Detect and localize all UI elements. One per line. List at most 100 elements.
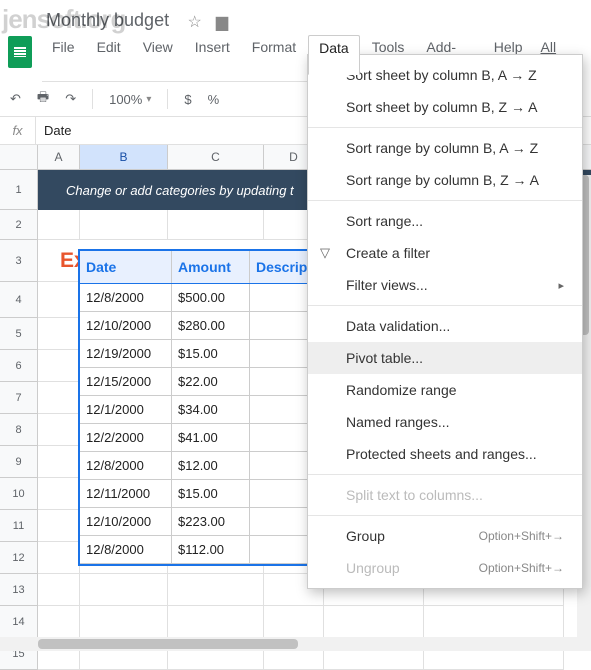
cell-desc[interactable] [250, 424, 312, 451]
zoom-selector[interactable]: 100%▾ [109, 92, 151, 107]
cell[interactable] [168, 574, 264, 606]
scrollbar-thumb[interactable] [38, 639, 298, 649]
row-header[interactable]: 3 [0, 240, 38, 282]
cell-date[interactable]: 12/2/2000 [80, 424, 172, 451]
row-header[interactable]: 9 [0, 446, 38, 478]
table-row[interactable]: 12/8/2000$112.00 [80, 536, 312, 564]
row-header[interactable]: 5 [0, 318, 38, 350]
row-header[interactable]: 6 [0, 350, 38, 382]
dd-filter-views[interactable]: Filter views...▸ [308, 269, 582, 301]
th-desc[interactable]: Descrip [250, 251, 312, 283]
table-row[interactable]: 12/2/2000$41.00 [80, 424, 312, 452]
table-row[interactable]: 12/10/2000$280.00 [80, 312, 312, 340]
dd-sort-range[interactable]: Sort range... [308, 205, 582, 237]
cell-desc[interactable] [250, 396, 312, 423]
cell[interactable] [168, 606, 264, 638]
cell[interactable] [38, 606, 80, 638]
dd-sort-range-az[interactable]: Sort range by column B, A → Z [308, 132, 582, 164]
th-date[interactable]: Date [80, 251, 172, 283]
percent-button[interactable]: % [208, 92, 220, 107]
currency-button[interactable]: $ [184, 92, 191, 107]
cell-date[interactable]: 12/11/2000 [80, 480, 172, 507]
cell-amount[interactable]: $41.00 [172, 424, 250, 451]
cell[interactable] [38, 318, 80, 350]
row-header[interactable]: 12 [0, 542, 38, 574]
row-header[interactable]: 11 [0, 510, 38, 542]
dd-pivot-table[interactable]: Pivot table... [308, 342, 582, 374]
cell-date[interactable]: 12/10/2000 [80, 312, 172, 339]
cell-amount[interactable]: $34.00 [172, 396, 250, 423]
cell-desc[interactable] [250, 452, 312, 479]
menu-view[interactable]: View [133, 35, 183, 75]
cell-date[interactable]: 12/8/2000 [80, 452, 172, 479]
document-title[interactable]: Monthly budget [42, 8, 173, 33]
dd-data-validation[interactable]: Data validation... [308, 310, 582, 342]
dd-sort-sheet-za[interactable]: Sort sheet by column B, Z → A [308, 91, 582, 123]
row-header[interactable]: 13 [0, 574, 38, 606]
menu-data[interactable]: Data [308, 35, 360, 75]
cell[interactable] [80, 574, 168, 606]
cell-amount[interactable]: $280.00 [172, 312, 250, 339]
cell-amount[interactable]: $15.00 [172, 340, 250, 367]
row-header[interactable]: 14 [0, 606, 38, 638]
dd-create-filter[interactable]: ▽Create a filter [308, 237, 582, 269]
row-header[interactable]: 10 [0, 478, 38, 510]
folder-icon[interactable]: ▆ [216, 12, 228, 32]
cell[interactable] [38, 382, 80, 414]
fx-input[interactable]: Date [36, 117, 79, 144]
dd-randomize[interactable]: Randomize range [308, 374, 582, 406]
cell[interactable] [324, 606, 424, 638]
table-row[interactable]: 12/1/2000$34.00 [80, 396, 312, 424]
row-header[interactable]: 4 [0, 282, 38, 318]
cell[interactable] [264, 606, 324, 638]
menu-format[interactable]: Format [242, 35, 306, 75]
star-icon[interactable]: ☆ [188, 12, 202, 32]
redo-icon[interactable]: ↷ [65, 91, 76, 107]
cell[interactable] [38, 574, 80, 606]
cell[interactable] [80, 210, 168, 240]
dd-named-ranges[interactable]: Named ranges... [308, 406, 582, 438]
select-all-corner[interactable] [0, 145, 38, 169]
cell-desc[interactable] [250, 480, 312, 507]
cell[interactable] [168, 210, 264, 240]
cell-amount[interactable]: $12.00 [172, 452, 250, 479]
cell-desc[interactable] [250, 284, 312, 311]
cell-desc[interactable] [250, 508, 312, 535]
expenses-table[interactable]: Date Amount Descrip 12/8/2000$500.0012/1… [78, 249, 314, 566]
sheets-logo-icon[interactable] [8, 36, 32, 68]
cell-amount[interactable]: $500.00 [172, 284, 250, 311]
row-header[interactable]: 7 [0, 382, 38, 414]
menu-insert[interactable]: Insert [185, 35, 240, 75]
cell-amount[interactable]: $15.00 [172, 480, 250, 507]
cell-amount[interactable]: $22.00 [172, 368, 250, 395]
col-header-c[interactable]: C [168, 145, 264, 169]
cell[interactable] [38, 510, 80, 542]
cell-date[interactable]: 12/8/2000 [80, 536, 172, 563]
row-header[interactable]: 1 [0, 170, 38, 210]
cell[interactable] [38, 350, 80, 382]
menu-file[interactable]: File [42, 35, 85, 75]
row-header[interactable]: 2 [0, 210, 38, 240]
cell[interactable] [38, 542, 80, 574]
cell[interactable] [80, 606, 168, 638]
table-row[interactable]: 12/19/2000$15.00 [80, 340, 312, 368]
cell-date[interactable]: 12/15/2000 [80, 368, 172, 395]
table-row[interactable]: 12/11/2000$15.00 [80, 480, 312, 508]
col-header-b[interactable]: B [80, 145, 168, 169]
cell-desc[interactable] [250, 368, 312, 395]
menu-edit[interactable]: Edit [87, 35, 131, 75]
cell-desc[interactable] [250, 536, 312, 563]
cell-date[interactable]: 12/10/2000 [80, 508, 172, 535]
horizontal-scrollbar[interactable] [0, 637, 577, 651]
th-amount[interactable]: Amount [172, 251, 250, 283]
table-row[interactable]: 12/8/2000$12.00 [80, 452, 312, 480]
cell[interactable] [38, 478, 80, 510]
dd-sort-range-za[interactable]: Sort range by column B, Z → A [308, 164, 582, 196]
print-icon[interactable]: 🖶 [37, 88, 49, 110]
cell[interactable] [38, 210, 80, 240]
cell[interactable] [38, 414, 80, 446]
cell-amount[interactable]: $112.00 [172, 536, 250, 563]
cell[interactable] [38, 282, 80, 318]
table-row[interactable]: 12/10/2000$223.00 [80, 508, 312, 536]
cell-date[interactable]: 12/19/2000 [80, 340, 172, 367]
